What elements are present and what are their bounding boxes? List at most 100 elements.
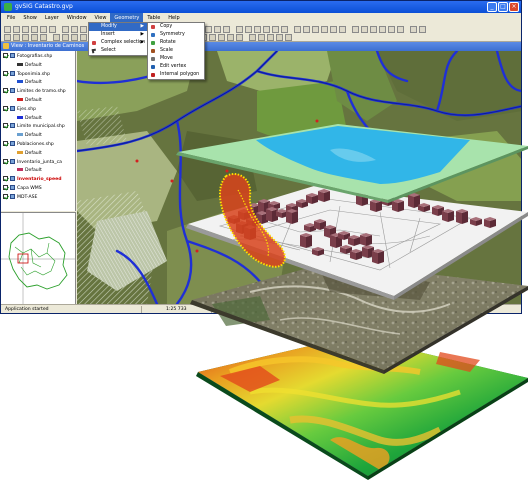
submenu-item-rotate[interactable]: Rotate: [148, 39, 204, 47]
legend-symbol-icon: [17, 115, 23, 119]
toolbar-button[interactable]: [272, 26, 279, 33]
layer-symbol-row[interactable]: Default: [3, 167, 42, 175]
menu-show[interactable]: Show: [19, 13, 41, 23]
toolbar-button[interactable]: [31, 26, 38, 33]
toolbar-button[interactable]: [40, 34, 47, 41]
layer-visibility-checkbox[interactable]: [3, 158, 8, 164]
layer-row[interactable]: Inventario_junta_ca: [3, 158, 62, 167]
toolbar-button[interactable]: [80, 34, 87, 41]
toolbar-button[interactable]: [321, 26, 328, 33]
toolbar-button[interactable]: [397, 26, 404, 33]
layer-row[interactable]: Capa WMS: [3, 185, 42, 193]
toolbar-button[interactable]: [352, 26, 359, 33]
toolbar-button[interactable]: [276, 34, 283, 41]
toolbar-button[interactable]: [236, 34, 243, 41]
toolbar-button[interactable]: [13, 34, 20, 41]
toolbar-button[interactable]: [62, 26, 69, 33]
layer-label: Inventario_speed: [17, 177, 62, 183]
toolbar-button[interactable]: [31, 34, 38, 41]
toolbar-button[interactable]: [40, 26, 47, 33]
toolbar-button[interactable]: [361, 26, 368, 33]
layer-symbol-row[interactable]: Default: [3, 132, 42, 140]
toolbar-button[interactable]: [214, 26, 221, 33]
layer-visibility-checkbox[interactable]: [3, 88, 8, 94]
layer-symbol-row[interactable]: Default: [3, 97, 42, 105]
layer-visibility-checkbox[interactable]: [3, 123, 8, 129]
toolbar-button[interactable]: [281, 26, 288, 33]
toolbar-button[interactable]: [223, 26, 230, 33]
submenu-item-internal-polygon[interactable]: Internal polygon: [148, 71, 204, 79]
toolbar-button[interactable]: [339, 26, 346, 33]
layer-visibility-checkbox[interactable]: [3, 193, 8, 199]
menu-file[interactable]: File: [3, 13, 19, 23]
toolbar-button[interactable]: [388, 26, 395, 33]
layer-row[interactable]: Poblaciones.shp: [3, 141, 54, 149]
layer-symbol-row[interactable]: Default: [3, 115, 42, 123]
toolbar-button[interactable]: [71, 34, 78, 41]
layer-row[interactable]: Fotografias.shp: [3, 53, 52, 61]
toolbar-button[interactable]: [22, 26, 29, 33]
toolbar-button[interactable]: [303, 26, 310, 33]
submenu-item-move[interactable]: Move: [148, 55, 204, 63]
toolbar-button[interactable]: [312, 26, 319, 33]
layer-row[interactable]: MDT-ASE: [3, 193, 37, 202]
layer-row[interactable]: Inventario_speed: [3, 176, 62, 184]
close-button[interactable]: ×: [509, 2, 519, 12]
toolbar-button[interactable]: [205, 26, 212, 33]
submenu-item-edit-vertex[interactable]: Edit vertex: [148, 63, 204, 71]
menu-item-modify[interactable]: Modify ▶: [89, 23, 147, 31]
menu-item-complex-selection[interactable]: Complex selection ▶: [89, 39, 147, 47]
toolbar-button[interactable]: [267, 34, 274, 41]
submenu-item-symmetry[interactable]: Symmetry: [148, 31, 204, 39]
layer-symbol-row[interactable]: Default: [3, 79, 42, 87]
select-arrow-icon: [91, 48, 97, 54]
toolbar-button[interactable]: [227, 34, 234, 41]
toolbar-button[interactable]: [245, 26, 252, 33]
menu-layer[interactable]: Layer: [41, 13, 63, 23]
layer-row[interactable]: Ejes.shp: [3, 105, 36, 114]
toolbar-button[interactable]: [71, 26, 78, 33]
submenu-item-copy[interactable]: Copy: [148, 23, 204, 31]
layer-row[interactable]: Limite municipal.shp: [3, 123, 65, 131]
toolbar-button[interactable]: [370, 26, 377, 33]
toolbar-button[interactable]: [209, 34, 216, 41]
layer-visibility-checkbox[interactable]: [3, 105, 8, 111]
layer-symbol-row[interactable]: Default: [3, 62, 42, 70]
layer-visibility-checkbox[interactable]: [3, 53, 8, 58]
minimize-button[interactable]: _: [487, 2, 497, 12]
toolbar-button[interactable]: [13, 26, 20, 33]
toolbar-button[interactable]: [285, 34, 292, 41]
toolbar-button[interactable]: [419, 26, 426, 33]
toolbar-button[interactable]: [4, 26, 11, 33]
layer-row[interactable]: Limites de tramo.shp: [3, 88, 66, 96]
toolbar-button[interactable]: [410, 26, 417, 33]
menu-window[interactable]: Window: [63, 13, 91, 23]
toolbar-button[interactable]: [22, 34, 29, 41]
toolbar-button[interactable]: [258, 34, 265, 41]
toolbar-button[interactable]: [218, 34, 225, 41]
toolbar-button[interactable]: [294, 26, 301, 33]
maximize-button[interactable]: □: [498, 2, 508, 12]
map-canvas[interactable]: [77, 51, 521, 304]
layer-symbol-row[interactable]: Default: [3, 150, 42, 158]
menu-item-select[interactable]: Select: [89, 47, 147, 55]
layer-visibility-checkbox[interactable]: [3, 70, 8, 76]
toolbar-button[interactable]: [236, 26, 243, 33]
layer-row[interactable]: Toponimia.shp: [3, 70, 50, 79]
toolbar-button[interactable]: [53, 34, 60, 41]
toolbar-button[interactable]: [49, 26, 56, 33]
toolbar-button[interactable]: [379, 26, 386, 33]
toolbar-button[interactable]: [62, 34, 69, 41]
layer-visibility-checkbox[interactable]: [3, 185, 8, 190]
toolbar-button[interactable]: [263, 26, 270, 33]
toolbar-button[interactable]: [254, 26, 261, 33]
layer-visibility-checkbox[interactable]: [3, 176, 8, 182]
submenu-item-scale[interactable]: Scale: [148, 47, 204, 55]
move-icon: [151, 57, 155, 61]
menu-item-insert[interactable]: Insert ▶: [89, 31, 147, 39]
toolbar-button[interactable]: [80, 26, 87, 33]
layer-visibility-checkbox[interactable]: [3, 141, 8, 146]
toolbar-button[interactable]: [4, 34, 11, 41]
toolbar-button[interactable]: [249, 34, 256, 41]
toolbar-button[interactable]: [330, 26, 337, 33]
